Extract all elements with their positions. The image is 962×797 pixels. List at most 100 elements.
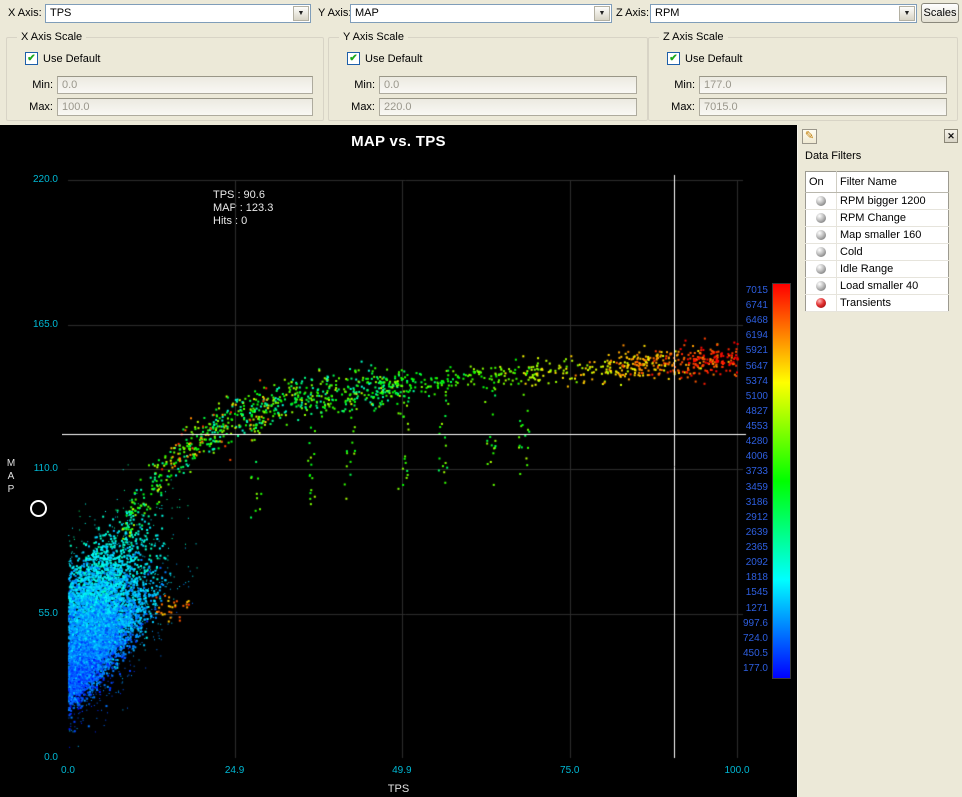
- filter-name[interactable]: Cold: [837, 244, 949, 261]
- y-use-default-row: ✔ Use Default: [347, 52, 422, 65]
- y-axis-scale-title: Y Axis Scale: [339, 31, 408, 43]
- colorbar-tick-label: 3459: [710, 482, 768, 493]
- x-use-default-checkbox[interactable]: ✔: [25, 52, 38, 65]
- z-axis-dropdown-arrow-icon[interactable]: ▼: [899, 6, 915, 21]
- y-tick-label: 220.0: [14, 174, 58, 185]
- filter-row: Map smaller 160: [806, 227, 949, 244]
- scales-row: X Axis Scale ✔ Use Default Min: Max: Y A…: [0, 27, 962, 126]
- x-tick-label: 49.9: [377, 765, 427, 776]
- x-use-default-row: ✔ Use Default: [25, 52, 100, 65]
- filter-name[interactable]: Transients: [837, 295, 949, 312]
- y-tick-label: 110.0: [14, 463, 58, 474]
- filter-on-cell: [806, 261, 837, 278]
- close-panel-icon[interactable]: ✕: [944, 129, 958, 143]
- x-max-row: Max:: [7, 98, 313, 116]
- filter-name[interactable]: Load smaller 40: [837, 278, 949, 295]
- y-axis-scale-panel: Y Axis Scale ✔ Use Default Min: Max:: [328, 37, 648, 121]
- colorbar-tick-label: 2092: [710, 557, 768, 568]
- y-max-row: Max:: [329, 98, 637, 116]
- filter-toggle-led-icon[interactable]: [816, 281, 826, 291]
- z-max-row: Max:: [649, 98, 947, 116]
- scales-button[interactable]: Scales: [921, 3, 959, 23]
- y-tick-label: 55.0: [14, 608, 58, 619]
- data-filters-panel: ✎ ✕ Data Filters On Filter Name RPM bigg…: [797, 125, 962, 797]
- y-min-input[interactable]: [379, 76, 637, 94]
- filters-table: On Filter Name RPM bigger 1200RPM Change…: [805, 171, 949, 312]
- z-axis-scale-title: Z Axis Scale: [659, 31, 728, 43]
- y-max-input[interactable]: [379, 98, 637, 116]
- axis-toolbar: X Axis: TPS ▼ Y Axis: MAP ▼ Z Axis: RPM …: [0, 0, 962, 28]
- x-min-row: Min:: [7, 76, 313, 94]
- x-tick-label: 24.9: [210, 765, 260, 776]
- z-axis-scale-panel: Z Axis Scale ✔ Use Default Min: Max:: [648, 37, 958, 121]
- y-use-default-checkbox[interactable]: ✔: [347, 52, 360, 65]
- x-axis-title: TPS: [0, 783, 797, 795]
- y-tick-label: 165.0: [14, 319, 58, 330]
- z-use-default-label: Use Default: [685, 53, 742, 65]
- filter-name[interactable]: Idle Range: [837, 261, 949, 278]
- chart-title: MAP vs. TPS: [0, 133, 797, 150]
- colorbar-tick-label: 997.6: [710, 618, 768, 629]
- x-axis-value: TPS: [50, 7, 71, 19]
- y-min-row: Min:: [329, 76, 637, 94]
- filter-toggle-led-icon[interactable]: [816, 298, 826, 308]
- plot-canvas[interactable]: [62, 174, 752, 766]
- filter-row: Transients: [806, 295, 949, 312]
- y-tick-label: 0.0: [14, 752, 58, 763]
- colorbar-tick-label: 2912: [710, 512, 768, 523]
- z-use-default-checkbox[interactable]: ✔: [667, 52, 680, 65]
- filters-col-on: On: [806, 172, 837, 193]
- colorbar-tick-label: 7015: [710, 285, 768, 296]
- colorbar-tick-label: 5100: [710, 391, 768, 402]
- x-axis-select[interactable]: TPS ▼: [45, 4, 311, 23]
- filter-name[interactable]: RPM bigger 1200: [837, 193, 949, 210]
- z-axis-value: RPM: [655, 7, 679, 19]
- filter-toggle-led-icon[interactable]: [816, 230, 826, 240]
- colorbar-tick-label: 5921: [710, 345, 768, 356]
- y-axis-dropdown-arrow-icon[interactable]: ▼: [594, 6, 610, 21]
- z-min-input[interactable]: [699, 76, 947, 94]
- filter-name[interactable]: Map smaller 160: [837, 227, 949, 244]
- colorbar-tick-label: 5374: [710, 376, 768, 387]
- filter-toggle-led-icon[interactable]: [816, 196, 826, 206]
- x-axis-label: X Axis:: [8, 7, 42, 19]
- filter-toggle-led-icon[interactable]: [816, 213, 826, 223]
- x-tick-label: 0.0: [43, 765, 93, 776]
- colorbar-tick-label: 1545: [710, 587, 768, 598]
- x-min-input[interactable]: [57, 76, 313, 94]
- filter-row: Load smaller 40: [806, 278, 949, 295]
- filter-toggle-led-icon[interactable]: [816, 247, 826, 257]
- filter-on-cell: [806, 295, 837, 312]
- x-axis-dropdown-arrow-icon[interactable]: ▼: [293, 6, 309, 21]
- colorbar-tick-label: 5647: [710, 361, 768, 372]
- edit-filters-icon[interactable]: ✎: [802, 129, 817, 144]
- z-max-label: Max:: [649, 101, 699, 113]
- filters-header-row: On Filter Name: [806, 172, 949, 193]
- y-max-label: Max:: [329, 101, 379, 113]
- filter-name[interactable]: RPM Change: [837, 210, 949, 227]
- x-max-input[interactable]: [57, 98, 313, 116]
- z-axis-select[interactable]: RPM ▼: [650, 4, 917, 23]
- filter-toggle-led-icon[interactable]: [816, 264, 826, 274]
- y-axis-select[interactable]: MAP ▼: [350, 4, 612, 23]
- x-max-label: Max:: [7, 101, 57, 113]
- colorbar-tick-label: 2639: [710, 527, 768, 538]
- colorbar-tick-label: 450.5: [710, 648, 768, 659]
- z-min-label: Min:: [649, 79, 699, 91]
- x-tick-label: 75.0: [545, 765, 595, 776]
- filters-col-name: Filter Name: [837, 172, 949, 193]
- filter-row: RPM bigger 1200: [806, 193, 949, 210]
- x-axis-scale-panel: X Axis Scale ✔ Use Default Min: Max:: [6, 37, 324, 121]
- filters-panel-title: Data Filters: [805, 150, 861, 162]
- colorbar-tick-label: 4006: [710, 451, 768, 462]
- x-axis-scale-title: X Axis Scale: [17, 31, 86, 43]
- filter-row: Cold: [806, 244, 949, 261]
- z-max-input[interactable]: [699, 98, 947, 116]
- colorbar-tick-label: 6468: [710, 315, 768, 326]
- colorbar-tick-label: 6194: [710, 330, 768, 341]
- filter-row: Idle Range: [806, 261, 949, 278]
- filter-on-cell: [806, 227, 837, 244]
- position-marker-circle: [30, 500, 47, 517]
- colorbar-tick-label: 6741: [710, 300, 768, 311]
- x-use-default-label: Use Default: [43, 53, 100, 65]
